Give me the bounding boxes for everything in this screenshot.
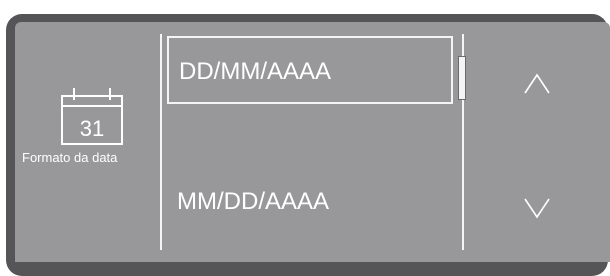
date-format-setting: 31 Formato da data	[22, 86, 162, 176]
calendar-icon: 31	[61, 88, 123, 145]
setting-label: Formato da data	[22, 150, 118, 165]
option-label: MM/DD/AAAA	[177, 188, 330, 215]
chevron-up-icon[interactable]	[522, 72, 552, 96]
chevron-down-icon[interactable]	[522, 196, 552, 220]
option-label: DD/MM/AAAA	[179, 58, 332, 85]
option-mm-dd-aaaa[interactable]: MM/DD/AAAA	[167, 168, 453, 236]
option-dd-mm-aaaa[interactable]: DD/MM/AAAA	[167, 36, 453, 104]
calendar-day: 31	[80, 116, 104, 141]
scrollbar-thumb[interactable]	[458, 56, 466, 100]
